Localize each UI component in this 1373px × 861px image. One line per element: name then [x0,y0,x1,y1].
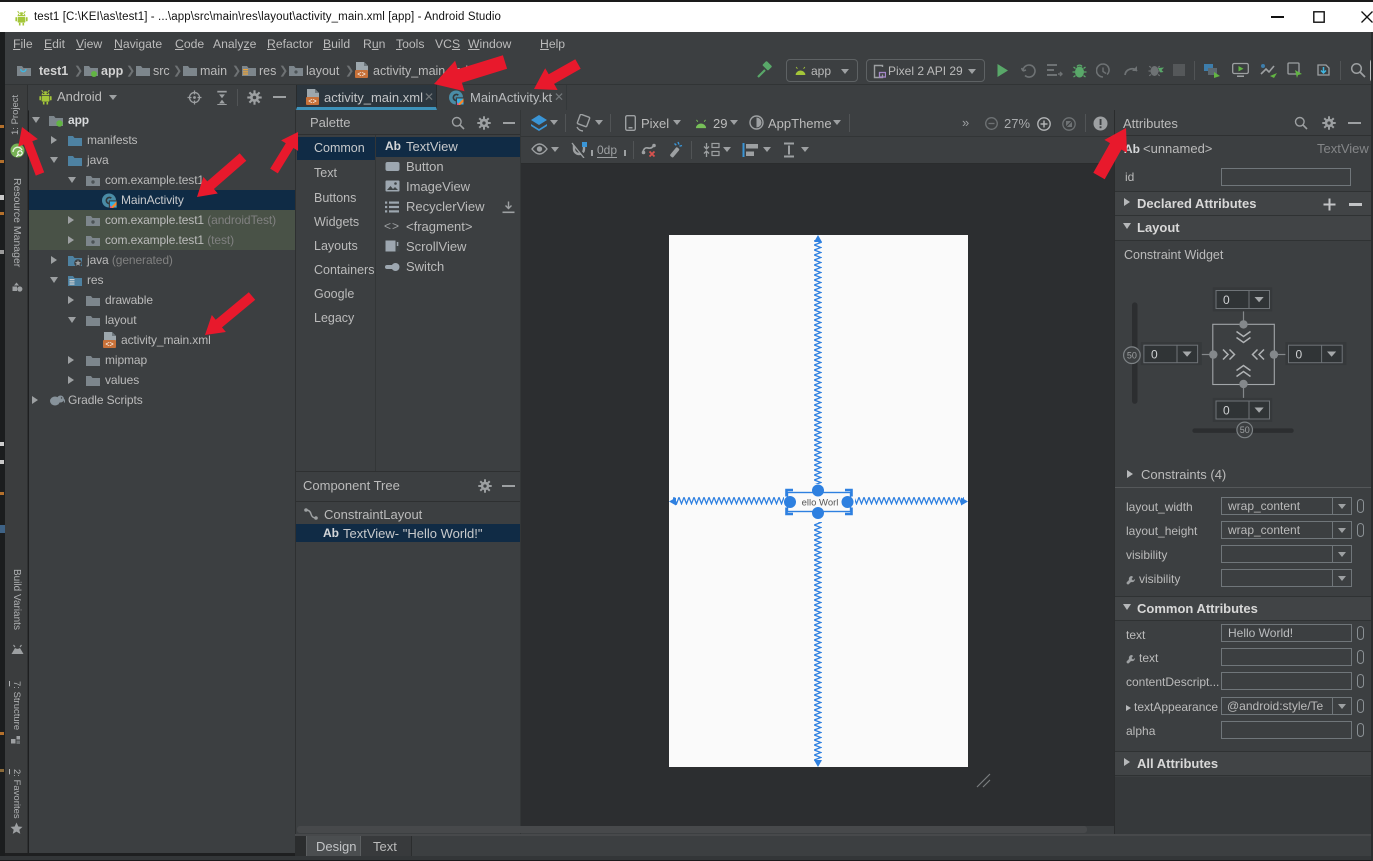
svg-text:<>: <> [105,342,113,349]
svg-text:<>: <> [357,72,365,79]
svg-text:0: 0 [1151,348,1158,362]
svg-text:0: 0 [1223,404,1230,418]
svg-text:<>: <> [308,99,316,106]
svg-text:ello Worl: ello Worl [802,498,839,509]
svg-text:50: 50 [1240,425,1250,435]
svg-text:0: 0 [1296,348,1303,362]
svg-text:0: 0 [1223,293,1230,307]
svg-text:50: 50 [1127,351,1137,361]
